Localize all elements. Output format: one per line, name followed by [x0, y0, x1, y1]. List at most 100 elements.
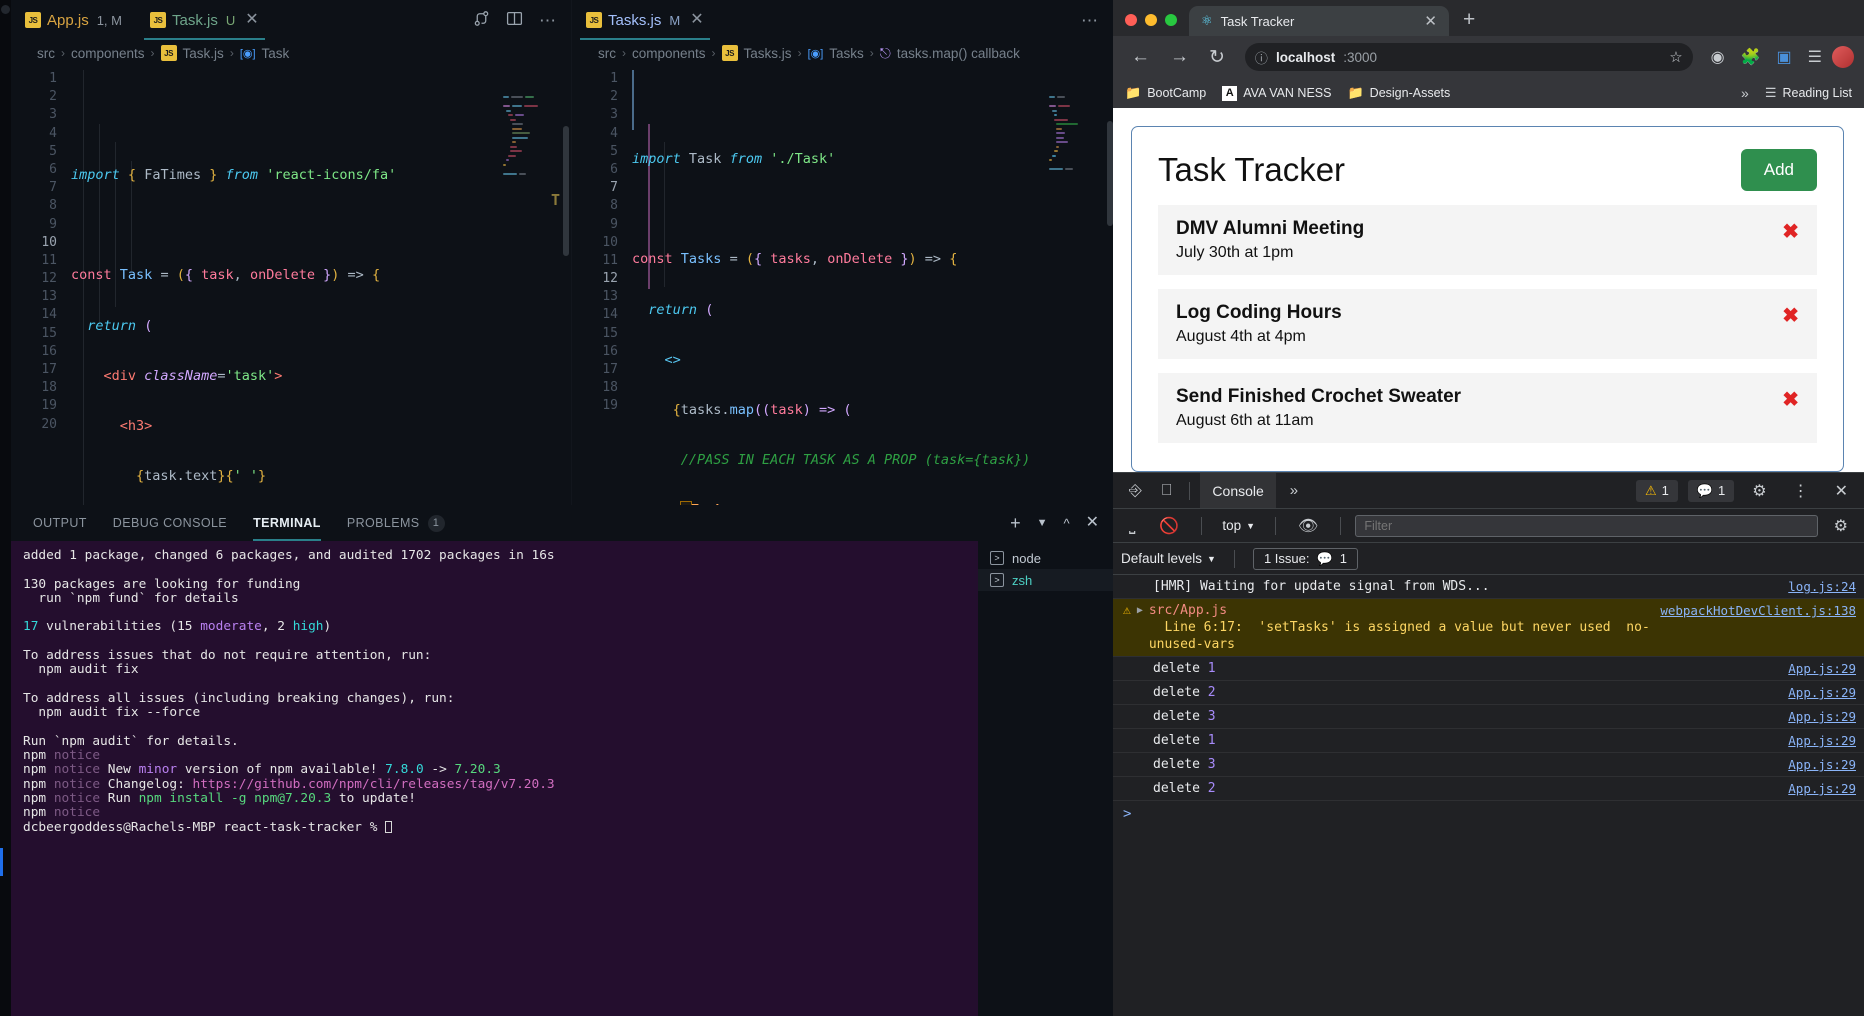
- tab-app-js[interactable]: JS App.js 1, M: [11, 0, 136, 40]
- bookmark-ava-van-ness[interactable]: A AVA VAN NESS: [1222, 85, 1331, 101]
- address-bar[interactable]: ⓘ localhost:3000 ☆: [1244, 43, 1693, 71]
- browser-tab[interactable]: ⚛ Task Tracker ✕: [1189, 6, 1449, 36]
- tab-task-js[interactable]: JS Task.js U ✕: [136, 0, 273, 40]
- add-task-button[interactable]: Add: [1740, 149, 1817, 191]
- more-actions-icon[interactable]: ⋯: [1081, 12, 1099, 29]
- console-message[interactable]: delete 1 App.js:29: [1113, 657, 1864, 681]
- new-tab-button[interactable]: +: [1449, 8, 1489, 36]
- clear-console-icon[interactable]: 🚫: [1151, 516, 1187, 536]
- task-item[interactable]: DMV Alumni Meeting July 30th at 1pm ✖: [1158, 205, 1817, 275]
- console-sidebar-icon[interactable]: ⎵: [1121, 517, 1143, 535]
- camera-icon[interactable]: ◉: [1705, 47, 1731, 67]
- breadcrumb-item[interactable]: src: [37, 46, 55, 61]
- panel-tab-output[interactable]: OUTPUT: [33, 505, 87, 541]
- console-message[interactable]: delete 3 App.js:29: [1113, 753, 1864, 777]
- times-icon[interactable]: ✖: [1782, 218, 1799, 246]
- close-window-button[interactable]: [1125, 14, 1137, 26]
- execution-context-select[interactable]: top ▼: [1216, 518, 1261, 533]
- gear-icon[interactable]: ⚙: [1826, 516, 1856, 536]
- close-icon[interactable]: ✕: [245, 12, 258, 28]
- editor-scrollbar-left[interactable]: [563, 126, 569, 256]
- more-actions-icon[interactable]: ⋯: [539, 12, 557, 29]
- console-warning-message[interactable]: ⚠ ▶ src/App.js Line 6:17: 'setTasks' is …: [1113, 599, 1864, 657]
- code-editor-left[interactable]: 1 2 3 4 5 6 7 8 9 10 11 12 13 14 15 16 1…: [11, 66, 571, 505]
- close-panel-icon[interactable]: ✕: [1086, 515, 1099, 531]
- reload-icon[interactable]: ↻: [1201, 46, 1233, 69]
- maximize-panel-icon[interactable]: ^: [1063, 517, 1069, 530]
- panel-tab-terminal[interactable]: TERMINAL: [253, 505, 321, 541]
- terminal-dropdown-icon[interactable]: ▼: [1037, 517, 1048, 529]
- split-compare-icon[interactable]: [473, 10, 490, 31]
- warning-count-chip[interactable]: ⚠ 1: [1635, 479, 1678, 502]
- bookmark-bootcamp[interactable]: 📁 BootCamp: [1125, 85, 1206, 101]
- more-tabs-icon[interactable]: »: [1280, 482, 1308, 499]
- breadcrumb-item[interactable]: components: [632, 46, 706, 61]
- console-message[interactable]: delete 2 App.js:29: [1113, 681, 1864, 705]
- panel-tab-problems[interactable]: PROBLEMS 1: [347, 505, 445, 541]
- issues-button[interactable]: 1 Issue: 💬 1: [1252, 547, 1358, 570]
- reading-list-button[interactable]: ☰ Reading List: [1765, 85, 1852, 101]
- terminal-list-item-node[interactable]: > node: [978, 547, 1113, 569]
- terminal-output[interactable]: added 1 package, changed 6 packages, and…: [11, 541, 978, 1016]
- extension-puzzle-icon[interactable]: 🧩: [1735, 47, 1767, 67]
- breadcrumb-item[interactable]: Tasks.js: [744, 46, 792, 61]
- line-number: 12: [602, 271, 618, 287]
- console-source-link[interactable]: App.js:29: [1788, 708, 1856, 725]
- profile-avatar[interactable]: [1832, 46, 1854, 68]
- times-icon[interactable]: ✖: [1782, 302, 1799, 330]
- bookmark-design-assets[interactable]: 📁 Design-Assets: [1347, 85, 1450, 101]
- log-levels-select[interactable]: Default levels ▼: [1121, 551, 1216, 566]
- more-vertical-icon[interactable]: ⋮: [1785, 481, 1817, 501]
- tab-tasks-js[interactable]: JS Tasks.js M ✕: [572, 0, 718, 40]
- forward-arrow-icon[interactable]: →: [1162, 46, 1197, 68]
- filter-input[interactable]: [1355, 514, 1818, 537]
- expand-arrow-icon[interactable]: ▶: [1137, 602, 1143, 619]
- console-message[interactable]: delete 3 App.js:29: [1113, 705, 1864, 729]
- blue-extension-icon[interactable]: ▣: [1771, 47, 1798, 67]
- console-message[interactable]: delete 1 App.js:29: [1113, 729, 1864, 753]
- console-source-link[interactable]: webpackHotDevClient.js:138: [1660, 602, 1856, 619]
- device-toolbar-icon[interactable]: ⎕: [1154, 482, 1180, 500]
- breadcrumb-item[interactable]: tasks.map() callback: [897, 46, 1020, 61]
- console-source-link[interactable]: App.js:29: [1788, 780, 1856, 797]
- back-arrow-icon[interactable]: ←: [1123, 46, 1158, 68]
- minimize-window-button[interactable]: [1145, 14, 1157, 26]
- close-icon[interactable]: ✕: [1424, 12, 1437, 30]
- times-icon[interactable]: ✖: [1782, 386, 1799, 414]
- console-source-link[interactable]: App.js:29: [1788, 756, 1856, 773]
- console-messages[interactable]: [HMR] Waiting for update signal from WDS…: [1113, 575, 1864, 1016]
- breadcrumb-item[interactable]: components: [71, 46, 145, 61]
- console-source-link[interactable]: log.js:24: [1788, 578, 1856, 595]
- console-source-link[interactable]: App.js:29: [1788, 732, 1856, 749]
- breadcrumb-item[interactable]: Task: [262, 46, 290, 61]
- tab-console[interactable]: Console: [1200, 473, 1276, 508]
- close-icon[interactable]: ✕: [1827, 481, 1856, 501]
- code-content-left[interactable]: import { FaTimes } from 'react-icons/fa'…: [67, 66, 571, 505]
- breadcrumb-item[interactable]: Task.js: [183, 46, 224, 61]
- console-source-link[interactable]: App.js:29: [1788, 660, 1856, 677]
- panel-tab-debug-console[interactable]: DEBUG CONSOLE: [113, 505, 227, 541]
- breadcrumb-item[interactable]: src: [598, 46, 616, 61]
- split-editor-icon[interactable]: [506, 10, 523, 31]
- inspect-cursor-icon[interactable]: ⎆: [1121, 482, 1150, 500]
- task-item[interactable]: Send Finished Crochet Sweater August 6th…: [1158, 373, 1817, 443]
- terminal-list-item-zsh[interactable]: > zsh: [978, 569, 1113, 591]
- info-count-chip[interactable]: 💬 1: [1687, 479, 1735, 502]
- eye-icon[interactable]: 👁: [1290, 516, 1326, 536]
- maximize-window-button[interactable]: [1165, 14, 1177, 26]
- console-prompt[interactable]: >: [1113, 801, 1864, 827]
- task-item[interactable]: Log Coding Hours August 4th at 4pm ✖: [1158, 289, 1817, 359]
- gear-icon[interactable]: ⚙: [1744, 481, 1774, 501]
- console-message[interactable]: [HMR] Waiting for update signal from WDS…: [1113, 575, 1864, 599]
- console-source-link[interactable]: App.js:29: [1788, 684, 1856, 701]
- bookmarks-overflow-icon[interactable]: »: [1741, 85, 1749, 101]
- close-icon[interactable]: ✕: [690, 12, 703, 28]
- info-circle-icon[interactable]: ⓘ: [1255, 48, 1268, 67]
- bookmark-star-icon[interactable]: ☆: [1669, 48, 1682, 66]
- code-content-right[interactable]: import Task from './Task' const Tasks = …: [628, 66, 1113, 505]
- reading-list-icon[interactable]: ☰: [1802, 47, 1828, 67]
- code-editor-right[interactable]: 1 2 3 4 5 6 7 8 9 10 11 12 13 14 15 16 1…: [572, 66, 1113, 505]
- new-terminal-icon[interactable]: +: [1010, 514, 1021, 532]
- console-message[interactable]: delete 2 App.js:29: [1113, 777, 1864, 801]
- breadcrumb-item[interactable]: Tasks: [829, 46, 864, 61]
